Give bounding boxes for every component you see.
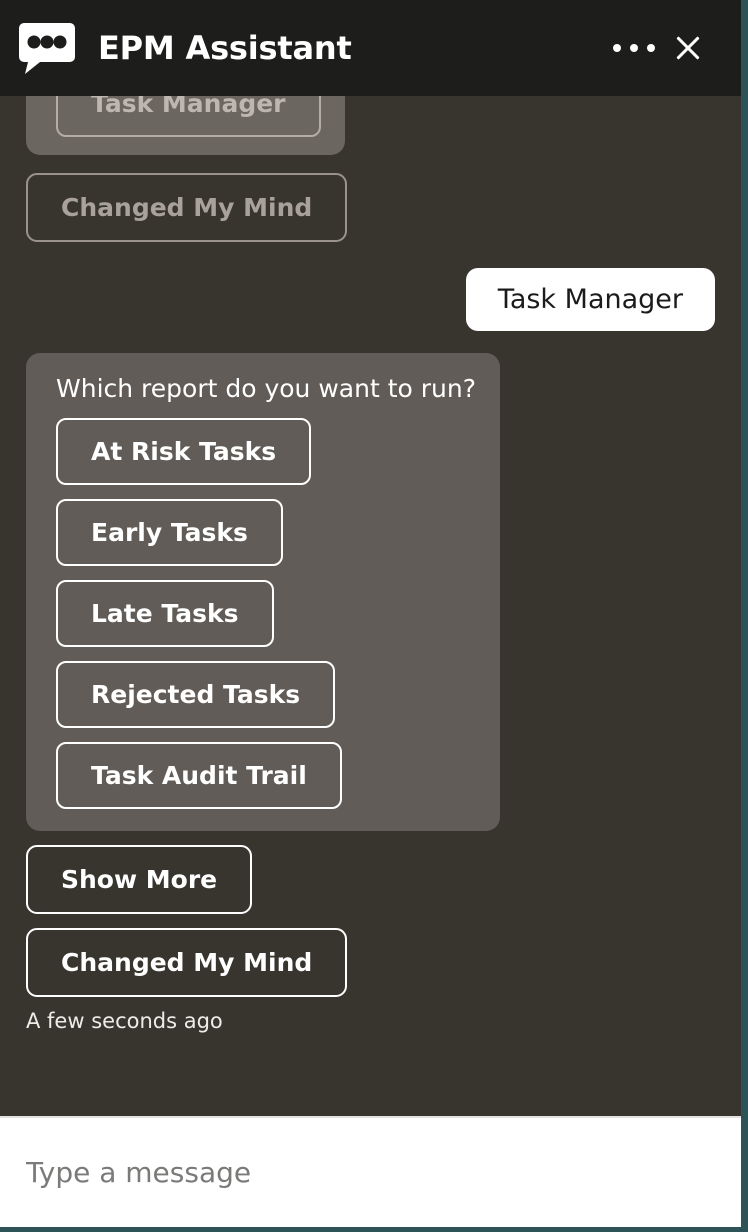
report-option-early-tasks[interactable]: Early Tasks bbox=[56, 499, 283, 566]
report-option-rejected-tasks[interactable]: Rejected Tasks bbox=[56, 661, 335, 728]
user-message-bubble: Task Manager bbox=[466, 268, 715, 331]
user-message-row: Task Manager bbox=[0, 268, 741, 331]
report-option-late-tasks[interactable]: Late Tasks bbox=[56, 580, 274, 647]
close-icon bbox=[674, 34, 702, 62]
show-more-row: Show More bbox=[0, 845, 741, 914]
bot-bubble-current: Which report do you want to run? At Risk… bbox=[26, 353, 500, 831]
bot-bubble: Task Manager bbox=[26, 96, 345, 155]
spacer bbox=[0, 997, 741, 1005]
changed-my-mind-row: Changed My Mind bbox=[0, 928, 741, 997]
bot-prompt-text: Which report do you want to run? bbox=[56, 373, 476, 404]
bot-option-task-manager[interactable]: Task Manager bbox=[56, 96, 321, 137]
speech-bubble-dots-icon bbox=[18, 21, 76, 75]
report-option-task-audit-trail[interactable]: Task Audit Trail bbox=[56, 742, 342, 809]
message-composer bbox=[0, 1116, 741, 1227]
previous-followup-row: Changed My Mind bbox=[0, 173, 741, 242]
show-more-button[interactable]: Show More bbox=[26, 845, 252, 914]
kebab-menu-icon bbox=[613, 44, 655, 52]
spacer bbox=[0, 914, 741, 928]
followup-button-changed-my-mind-previous[interactable]: Changed My Mind bbox=[26, 173, 347, 242]
spacer bbox=[0, 331, 741, 353]
spacer bbox=[0, 242, 741, 268]
previous-bot-message: Task Manager bbox=[0, 96, 741, 155]
spacer bbox=[0, 155, 741, 173]
message-input[interactable] bbox=[26, 1156, 715, 1189]
bot-option-list: Task Manager bbox=[50, 96, 321, 137]
report-option-list: At Risk Tasks Early Tasks Late Tasks Rej… bbox=[50, 418, 476, 809]
app-header: EPM Assistant bbox=[0, 0, 741, 96]
chat-scroll-content: Task Manager Changed My Mind Task Manage… bbox=[0, 96, 741, 1047]
chat-message-list[interactable]: Task Manager Changed My Mind Task Manage… bbox=[0, 96, 741, 1116]
message-timestamp: A few seconds ago bbox=[0, 1009, 741, 1033]
epm-assistant-window: EPM Assistant Task Manager Changed My Mi… bbox=[0, 0, 748, 1232]
report-option-at-risk-tasks[interactable]: At Risk Tasks bbox=[56, 418, 311, 485]
close-button[interactable] bbox=[661, 21, 715, 75]
bot-message-row: Which report do you want to run? At Risk… bbox=[0, 353, 741, 831]
spacer bbox=[0, 831, 741, 845]
changed-my-mind-button[interactable]: Changed My Mind bbox=[26, 928, 347, 997]
page-title: EPM Assistant bbox=[98, 29, 352, 67]
kebab-menu-button[interactable] bbox=[607, 21, 661, 75]
